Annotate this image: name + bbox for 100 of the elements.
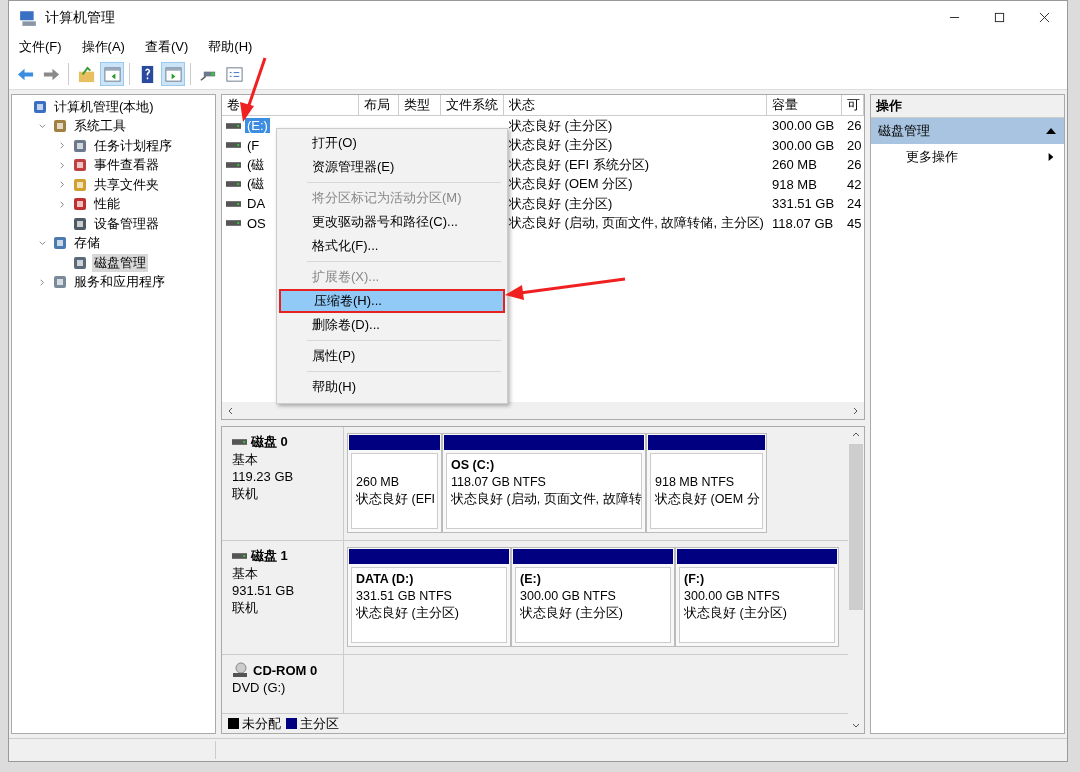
partition-status: 状态良好 (OEM 分 <box>655 491 761 508</box>
partition-size: 331.51 GB NTFS <box>356 588 453 605</box>
horizontal-scrollbar[interactable] <box>222 402 864 419</box>
menu-item[interactable]: 查看(V) <box>144 37 189 56</box>
menu-item[interactable]: 删除卷(D)... <box>279 313 505 337</box>
menu-item[interactable]: 压缩卷(H)... <box>279 289 505 313</box>
partition-size: 118.07 GB NTFS <box>451 474 547 491</box>
menu-item[interactable]: 操作(A) <box>81 37 125 56</box>
partition-block[interactable]: OS (C:) 118.07 GB NTFS 状态良好 (启动, 页面文件, 故障转 <box>442 433 646 533</box>
column-header[interactable]: 可 <box>842 95 864 115</box>
partition-size: 300.00 GB NTFS <box>684 588 781 605</box>
partition-status: 状态良好 (主分区) <box>684 605 788 622</box>
partition-status: 状态良好 (主分区) <box>356 605 460 622</box>
tree-item[interactable]: 计算机管理(本地) <box>52 97 156 116</box>
disk-size: 931.51 GB <box>232 582 296 599</box>
table-cell: 状态良好 (EFI 系统分区) <box>509 155 650 174</box>
legend-label: 未分配 <box>242 714 281 733</box>
menu-item[interactable]: 帮助(H) <box>208 37 253 56</box>
expand-chevron-icon[interactable] <box>38 121 47 131</box>
expand-chevron-icon[interactable] <box>58 141 67 151</box>
drive-icon <box>226 141 241 150</box>
table-cell[interactable]: OS <box>245 215 268 231</box>
actions-header: 操作 <box>871 95 1064 118</box>
expand-chevron-icon[interactable] <box>58 199 67 209</box>
tree-item[interactable]: 任务计划程序 <box>92 136 174 155</box>
menu-item[interactable]: 文件(F) <box>19 37 62 56</box>
table-cell: 24 <box>847 196 862 212</box>
partition-name: (E:) <box>520 571 542 588</box>
table-cell: 状态良好 (主分区) <box>509 116 613 135</box>
partition-block[interactable]: DATA (D:) 331.51 GB NTFS 状态良好 (主分区) <box>347 547 511 647</box>
table-cell[interactable]: DA <box>245 196 268 212</box>
column-header[interactable]: 类型 <box>399 95 441 115</box>
partition-block[interactable]: (F:) 300.00 GB NTFS 状态良好 (主分区) <box>675 547 839 647</box>
table-cell[interactable]: (磁 <box>245 155 267 174</box>
partition-status: 状态良好 (启动, 页面文件, 故障转 <box>451 491 641 508</box>
table-cell: 918 MB <box>772 176 817 192</box>
drive-icon <box>226 160 241 169</box>
menu-item[interactable]: 资源管理器(E) <box>279 155 505 179</box>
tree-item[interactable]: 磁盘管理 <box>92 253 148 272</box>
tree-item[interactable]: 存储 <box>72 234 102 253</box>
disk-status: 联机 <box>232 485 259 502</box>
disk-name: 磁盘 1 <box>251 547 288 565</box>
tree-pane-button[interactable] <box>100 62 124 86</box>
disk-status: 联机 <box>232 599 259 616</box>
partition-block[interactable]: 918 MB NTFS 状态良好 (OEM 分 <box>646 433 767 533</box>
table-cell: 26 <box>847 118 862 134</box>
drive-icon <box>226 199 241 208</box>
partition-size: 260 MB <box>356 474 401 491</box>
action-link[interactable]: 更多操作 <box>906 148 958 166</box>
tree-node-icon <box>52 235 68 252</box>
menu-item[interactable]: 属性(P) <box>279 344 505 368</box>
tree-item[interactable]: 事件查看器 <box>92 156 161 175</box>
table-cell: 300.00 GB <box>772 118 835 134</box>
disk-type: 基本 <box>232 451 259 468</box>
expand-chevron-icon[interactable] <box>38 277 47 287</box>
tree-item[interactable]: 共享文件夹 <box>92 175 161 194</box>
menu-item[interactable]: 格式化(F)... <box>279 234 505 258</box>
partition-name: (F:) <box>684 571 706 588</box>
table-cell[interactable]: (磁 <box>245 175 267 194</box>
pane-icon <box>163 64 183 84</box>
expand-chevron-icon[interactable] <box>58 180 67 190</box>
scroll-thumb[interactable] <box>849 444 863 610</box>
drive-icon <box>226 180 241 189</box>
expand-chevron-icon[interactable] <box>58 160 67 170</box>
column-header[interactable]: 容量 <box>767 95 842 115</box>
drive-icon <box>226 219 241 228</box>
table-cell: 300.00 GB <box>772 137 835 153</box>
pane-icon <box>102 64 122 84</box>
tree-node-icon <box>52 274 68 291</box>
expand-chevron-icon[interactable] <box>38 238 47 248</box>
menu-item[interactable]: 打开(O) <box>279 131 505 155</box>
partition-block[interactable]: (E:) 300.00 GB NTFS 状态良好 (主分区) <box>511 547 675 647</box>
tree-node-icon <box>72 176 88 193</box>
column-header[interactable]: 状态 <box>504 95 767 115</box>
table-cell: 状态良好 (主分区) <box>509 136 613 155</box>
tree-node-icon <box>72 254 88 271</box>
collapse-icon[interactable] <box>1046 127 1056 135</box>
table-cell: 260 MB <box>772 157 817 173</box>
tree-item[interactable]: 性能 <box>92 195 122 214</box>
column-header[interactable]: 文件系统 <box>441 95 504 115</box>
partition-block[interactable]: 260 MB 状态良好 (EFI <box>347 433 442 533</box>
menu-item[interactable]: 帮助(H) <box>279 375 505 399</box>
table-cell: 20 <box>847 137 862 153</box>
tree-node-icon <box>52 118 68 135</box>
partition-size: 300.00 GB NTFS <box>520 588 617 605</box>
tree-item[interactable]: 服务和应用程序 <box>72 273 167 292</box>
disk-name: 磁盘 0 <box>251 433 288 451</box>
disk-size: 119.23 GB <box>232 468 295 485</box>
disk-type: 基本 <box>232 565 259 582</box>
table-cell: 45 <box>847 215 862 231</box>
actions-section[interactable]: 磁盘管理 <box>871 118 1064 144</box>
menu-item[interactable]: 更改驱动器号和路径(C)... <box>279 210 505 234</box>
table-cell[interactable]: (F <box>245 137 262 153</box>
tree-item[interactable]: 设备管理器 <box>92 214 161 233</box>
column-header[interactable]: 布局 <box>359 95 399 115</box>
submenu-arrow-icon <box>1046 153 1056 161</box>
partition-name: DATA (D:) <box>356 571 415 588</box>
table-cell: 状态良好 (OEM 分区) <box>509 175 633 194</box>
tree-item[interactable]: 系统工具 <box>72 117 128 136</box>
partition-status: 状态良好 (EFI <box>356 491 437 508</box>
